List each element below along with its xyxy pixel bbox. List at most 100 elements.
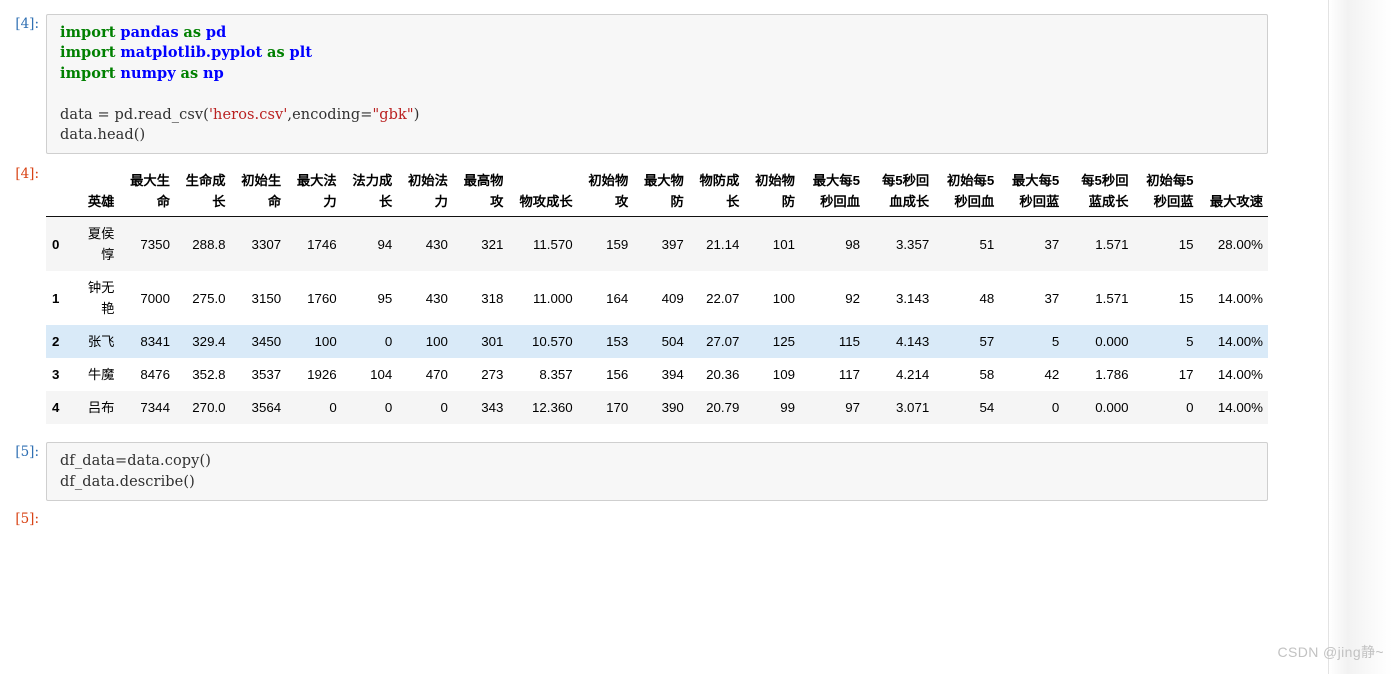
cell-hero-name: 钟无艳: [77, 271, 120, 326]
table-cell: 94: [341, 216, 398, 272]
input-prompt-4: [4]:: [15, 16, 39, 32]
column-header-8: 物攻成长: [508, 170, 578, 218]
table-cell: 159: [577, 216, 634, 272]
code-source-4[interactable]: import pandas as pd import matplotlib.py…: [47, 15, 1267, 153]
column-header-13: 最大每5秒回血: [799, 170, 866, 218]
table-cell: 14.00%: [1198, 271, 1268, 326]
table-cell: 37: [999, 216, 1065, 272]
table-cell: 8476: [119, 358, 175, 392]
table-cell: 4.214: [865, 358, 935, 392]
code-token-describe: df_data.describe(): [60, 473, 195, 490]
table-cell: 14.00%: [1198, 391, 1268, 425]
row-index-cell: 0: [46, 216, 78, 272]
table-cell: 273: [452, 358, 509, 392]
table-cell: 22.07: [688, 271, 745, 326]
table-cell: 390: [633, 391, 689, 425]
row-index-cell: 2: [46, 325, 78, 359]
table-cell: 1926: [286, 358, 342, 392]
column-header-15: 初始每5秒回血: [934, 170, 1000, 218]
column-header-14: 每5秒回血成长: [865, 170, 935, 218]
table-cell: 275.0: [174, 271, 231, 326]
code-token-import: import: [60, 24, 116, 41]
table-cell: 57: [934, 325, 1000, 359]
code-source-5[interactable]: df_data=data.copy() df_data.describe(): [47, 443, 1267, 500]
column-header-7: 最高物攻: [452, 170, 509, 218]
table-cell: 3.143: [865, 271, 935, 326]
table-cell: 11.000: [508, 271, 578, 326]
table-cell: 1.571: [1064, 216, 1134, 272]
output-prompt-5: [5]:: [15, 511, 39, 528]
table-cell: 95: [341, 271, 398, 326]
table-cell: 0: [397, 391, 453, 425]
table-cell: 153: [577, 325, 634, 359]
dataframe-header-row: 英雄 最大生命 生命成长 初始生命 最大法力 法力成长 初始法力 最高物攻 物攻…: [46, 170, 1268, 218]
table-cell: 101: [744, 216, 800, 272]
code-token-import: import: [60, 44, 116, 62]
table-cell: 504: [633, 325, 689, 359]
table-cell: 0: [341, 325, 398, 359]
output-area-5: [46, 509, 1330, 515]
cell-hero-name: 张飞: [77, 325, 120, 359]
column-header-17: 每5秒回蓝成长: [1064, 170, 1134, 218]
row-index-cell: 4: [46, 391, 78, 425]
table-cell: 99: [744, 391, 800, 425]
table-cell: 321: [452, 216, 509, 272]
table-cell: 20.79: [688, 391, 745, 425]
table-cell: 170: [577, 391, 634, 425]
column-header-2: 生命成长: [174, 170, 231, 218]
column-header-3: 初始生命: [230, 170, 287, 218]
output-prompt-4: [4]:: [15, 166, 39, 183]
code-token-encoding: "gbk": [372, 106, 414, 123]
dataframe-index-header: [46, 170, 78, 218]
code-token-as: as: [180, 64, 199, 82]
table-cell: 5: [999, 325, 1065, 359]
table-cell: 14.00%: [1198, 325, 1268, 359]
table-cell: 318: [452, 271, 509, 326]
code-token-comma: ,encoding=: [287, 106, 373, 123]
table-cell: 288.8: [174, 216, 231, 272]
notebook-container: [4]: import pandas as pd import matplotl…: [0, 0, 1330, 674]
output-cell-4: [4]: 英雄 最大生命 生命成长 初始生命 最大法力 法力成长 初始法力 最高…: [0, 164, 1330, 425]
table-cell: 397: [633, 216, 689, 272]
code-token-pandas: pandas: [120, 24, 179, 41]
table-cell: 270.0: [174, 391, 231, 425]
table-cell: 156: [577, 358, 634, 392]
dataframe-head: 英雄 最大生命 生命成长 初始生命 最大法力 法力成长 初始法力 最高物攻 物攻…: [46, 170, 1268, 218]
table-cell: 28.00%: [1198, 216, 1268, 272]
table-cell: 352.8: [174, 358, 231, 392]
table-cell: 97: [799, 391, 866, 425]
row-index-cell: 3: [46, 358, 78, 392]
column-header-19: 最大攻速: [1198, 170, 1268, 218]
table-cell: 0: [286, 391, 342, 425]
code-token-data: data = pd.read_csv(: [60, 106, 209, 123]
table-cell: 51: [934, 216, 1000, 272]
code-cell-4[interactable]: [4]: import pandas as pd import matplotl…: [0, 14, 1268, 155]
table-cell: 37: [999, 271, 1065, 326]
table-cell: 104: [341, 358, 398, 392]
output-cell-5: [5]:: [0, 509, 1330, 529]
table-cell: 58: [934, 358, 1000, 392]
code-token-as: as: [183, 24, 202, 41]
table-cell: 409: [633, 271, 689, 326]
code-editor-5[interactable]: df_data=data.copy() df_data.describe(): [46, 442, 1268, 502]
table-cell: 8341: [119, 325, 175, 359]
code-token-as: as: [266, 44, 285, 62]
table-cell: 17: [1133, 358, 1199, 392]
dataframe-body: 0 夏侯惇 7350 288.8 3307 1746 94 430 321 11.570 159 39…: [46, 216, 1268, 425]
column-header-4: 最大法力: [286, 170, 342, 218]
code-cell-5[interactable]: [5]: df_data=data.copy() df_data.describ…: [0, 442, 1268, 502]
table-cell: 125: [744, 325, 800, 359]
table-cell: 470: [397, 358, 453, 392]
page-right-edge: [1328, 0, 1392, 674]
table-cell: 1.571: [1064, 271, 1134, 326]
table-cell: 15: [1133, 216, 1199, 272]
code-token-head: data.head(): [60, 127, 146, 144]
table-cell: 42: [999, 358, 1065, 392]
table-cell: 98: [799, 216, 866, 272]
dataframe-table: 英雄 最大生命 生命成长 初始生命 最大法力 法力成长 初始法力 最高物攻 物攻…: [46, 170, 1268, 425]
table-row: 3 牛魔 8476 352.8 3537 1926 104 470 273 8.357 156 394…: [46, 358, 1268, 392]
table-cell: 14.00%: [1198, 358, 1268, 392]
table-cell: 100: [744, 271, 800, 326]
table-cell: 7350: [119, 216, 175, 272]
code-editor-4[interactable]: import pandas as pd import matplotlib.py…: [46, 14, 1268, 155]
